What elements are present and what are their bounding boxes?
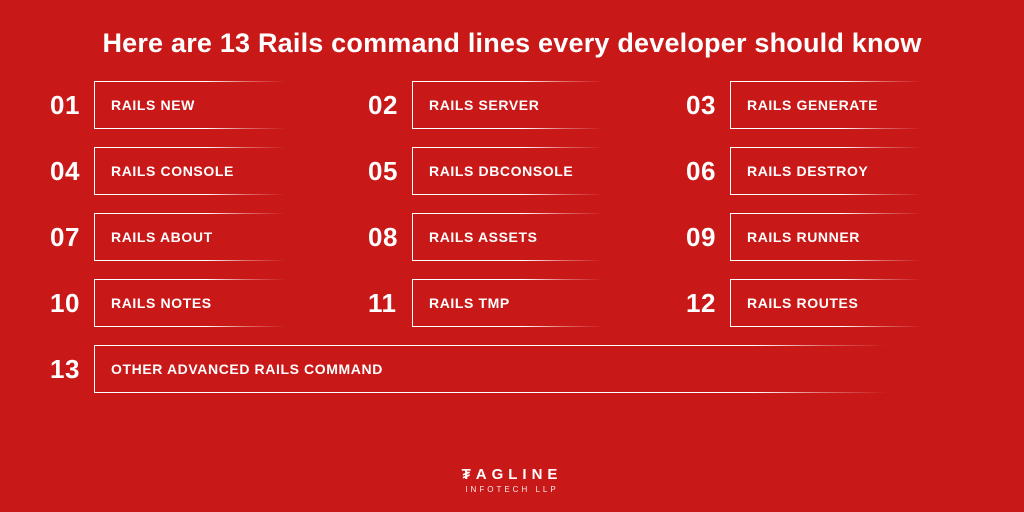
item-box: RAILS TMP (412, 279, 656, 327)
command-item: 11 RAILS TMP (368, 279, 656, 327)
item-label: RAILS DBCONSOLE (429, 163, 573, 179)
item-label: RAILS RUNNER (747, 229, 860, 245)
item-number: 05 (368, 156, 412, 187)
command-grid: 01 RAILS NEW 02 RAILS SERVER 03 RAILS GE… (0, 81, 1024, 393)
item-label: RAILS DESTROY (747, 163, 868, 179)
item-box: RAILS CONSOLE (94, 147, 338, 195)
item-label: RAILS ROUTES (747, 295, 858, 311)
item-box: RAILS SERVER (412, 81, 656, 129)
item-box: RAILS DBCONSOLE (412, 147, 656, 195)
item-box: RAILS NOTES (94, 279, 338, 327)
item-number: 13 (50, 354, 94, 385)
command-item: 13 OTHER ADVANCED RAILS COMMAND (50, 345, 974, 393)
item-number: 01 (50, 90, 94, 121)
item-label: RAILS SERVER (429, 97, 539, 113)
item-number: 06 (686, 156, 730, 187)
brand-logo: ₮AGLINE (0, 466, 1024, 483)
command-item: 02 RAILS SERVER (368, 81, 656, 129)
item-number: 08 (368, 222, 412, 253)
item-box: RAILS DESTROY (730, 147, 974, 195)
item-box: RAILS ABOUT (94, 213, 338, 261)
item-number: 02 (368, 90, 412, 121)
command-item: 10 RAILS NOTES (50, 279, 338, 327)
command-item: 03 RAILS GENERATE (686, 81, 974, 129)
command-item: 08 RAILS ASSETS (368, 213, 656, 261)
brand-name: ₮AGLINE (462, 466, 563, 483)
item-number: 07 (50, 222, 94, 253)
command-item: 04 RAILS CONSOLE (50, 147, 338, 195)
item-number: 09 (686, 222, 730, 253)
item-label: RAILS NEW (111, 97, 195, 113)
item-box: RAILS GENERATE (730, 81, 974, 129)
item-box: RAILS RUNNER (730, 213, 974, 261)
item-box: RAILS ASSETS (412, 213, 656, 261)
item-label: RAILS TMP (429, 295, 510, 311)
item-number: 04 (50, 156, 94, 187)
item-number: 10 (50, 288, 94, 319)
brand-subtitle: INFOTECH LLP (0, 485, 1024, 494)
command-item: 01 RAILS NEW (50, 81, 338, 129)
item-label: RAILS CONSOLE (111, 163, 234, 179)
item-label: OTHER ADVANCED RAILS COMMAND (111, 361, 383, 377)
item-box: RAILS NEW (94, 81, 338, 129)
command-item: 05 RAILS DBCONSOLE (368, 147, 656, 195)
item-box: OTHER ADVANCED RAILS COMMAND (94, 345, 974, 393)
footer: ₮AGLINE INFOTECH LLP (0, 466, 1024, 494)
item-box: RAILS ROUTES (730, 279, 974, 327)
item-label: RAILS GENERATE (747, 97, 878, 113)
item-label: RAILS ASSETS (429, 229, 538, 245)
command-item: 07 RAILS ABOUT (50, 213, 338, 261)
item-number: 11 (368, 288, 412, 319)
item-label: RAILS ABOUT (111, 229, 213, 245)
item-label: RAILS NOTES (111, 295, 212, 311)
item-number: 03 (686, 90, 730, 121)
command-item: 12 RAILS ROUTES (686, 279, 974, 327)
command-item: 06 RAILS DESTROY (686, 147, 974, 195)
page-title: Here are 13 Rails command lines every de… (0, 0, 1024, 81)
command-item: 09 RAILS RUNNER (686, 213, 974, 261)
item-number: 12 (686, 288, 730, 319)
